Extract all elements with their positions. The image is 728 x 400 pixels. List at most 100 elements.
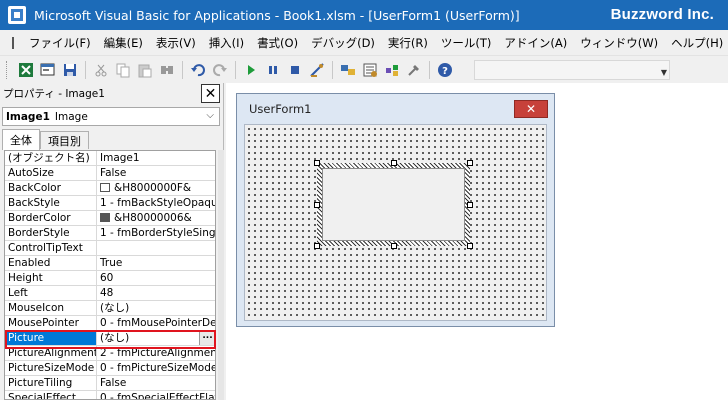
toolbar-separator bbox=[182, 61, 183, 79]
properties-header: プロパティ - Image1 ✕ bbox=[0, 83, 224, 104]
property-value[interactable]: 1 - fmBorderStyleSingle bbox=[97, 226, 215, 240]
tab-categorized[interactable]: 項目別 bbox=[40, 131, 89, 149]
redo-icon[interactable] bbox=[209, 59, 231, 81]
property-value[interactable]: 48 bbox=[97, 286, 215, 300]
property-row-enabled[interactable]: Enabled True bbox=[5, 256, 215, 271]
property-row-height[interactable]: Height 60 bbox=[5, 271, 215, 286]
property-row-picturealignment[interactable]: PictureAlignment2 - fmPictureAlignmentCe… bbox=[5, 346, 215, 361]
menu-file[interactable]: ファイル(F) bbox=[24, 35, 96, 51]
resize-handle[interactable] bbox=[391, 160, 397, 166]
menu-addins[interactable]: アドイン(A) bbox=[499, 35, 572, 51]
property-name: Enabled bbox=[5, 256, 97, 270]
resize-handle[interactable] bbox=[314, 243, 320, 249]
userform-title: UserForm1 bbox=[249, 102, 312, 116]
menu-help[interactable]: ヘルプ(H) bbox=[666, 35, 728, 51]
property-value[interactable]: 0 - fmPictureSizeModeClip bbox=[97, 361, 215, 375]
property-row-bordercolor[interactable]: BorderColor &H80000006& bbox=[5, 211, 215, 226]
property-grid-scrollbar[interactable] bbox=[218, 150, 224, 400]
break-icon[interactable] bbox=[262, 59, 284, 81]
property-row-name[interactable]: (オブジェクト名) Image1 bbox=[5, 151, 215, 166]
project-explorer-icon[interactable] bbox=[337, 59, 359, 81]
design-mode-icon[interactable] bbox=[306, 59, 328, 81]
cut-icon[interactable] bbox=[90, 59, 112, 81]
menu-edit[interactable]: 編集(E) bbox=[99, 35, 148, 51]
object-selector[interactable]: Image1 Image ⌵ bbox=[2, 107, 220, 126]
property-row-picture[interactable]: Picture (なし)... bbox=[5, 331, 215, 346]
property-value[interactable]: &H8000000F& bbox=[97, 181, 215, 195]
property-value[interactable]: False bbox=[97, 376, 215, 390]
menu-insert[interactable]: 挿入(I) bbox=[204, 35, 249, 51]
resize-handle[interactable] bbox=[467, 160, 473, 166]
property-row-picturetiling[interactable]: PictureTiling False bbox=[5, 376, 215, 391]
close-icon[interactable]: ✕ bbox=[514, 100, 548, 118]
object-browser-icon[interactable] bbox=[381, 59, 403, 81]
system-menu-icon[interactable] bbox=[12, 36, 14, 49]
close-icon[interactable]: ✕ bbox=[201, 84, 220, 103]
resize-handle[interactable] bbox=[314, 202, 320, 208]
toolbar-grip[interactable] bbox=[6, 61, 9, 79]
property-value[interactable]: 0 - fmSpecialEffectFlat bbox=[97, 391, 215, 399]
property-row-backcolor[interactable]: BackColor &H8000000F& bbox=[5, 181, 215, 196]
menu-format[interactable]: 書式(O) bbox=[252, 35, 303, 51]
resize-handle[interactable] bbox=[314, 160, 320, 166]
property-value[interactable]: False bbox=[97, 166, 215, 180]
property-value[interactable] bbox=[97, 241, 215, 255]
property-value[interactable]: 2 - fmPictureAlignmentCenter bbox=[97, 346, 215, 360]
toolbar-separator bbox=[235, 61, 236, 79]
reset-icon[interactable] bbox=[284, 59, 306, 81]
color-swatch bbox=[100, 183, 110, 192]
save-icon[interactable] bbox=[59, 59, 81, 81]
copy-icon[interactable] bbox=[112, 59, 134, 81]
property-value[interactable]: 1 - fmBackStyleOpaque bbox=[97, 196, 215, 210]
menu-window[interactable]: ウィンドウ(W) bbox=[575, 35, 663, 51]
property-value[interactable]: Image1 bbox=[97, 151, 215, 165]
userform-titlebar[interactable]: UserForm1 ✕ bbox=[237, 94, 554, 124]
properties-icon[interactable] bbox=[359, 59, 381, 81]
chevron-down-icon[interactable]: ▼ bbox=[661, 68, 667, 77]
run-icon[interactable] bbox=[240, 59, 262, 81]
image-control[interactable] bbox=[314, 160, 473, 249]
image1[interactable] bbox=[322, 168, 465, 241]
property-row-mouseicon[interactable]: MouseIcon (なし) bbox=[5, 301, 215, 316]
chevron-down-icon[interactable]: ⌵ bbox=[206, 110, 214, 121]
resize-handle[interactable] bbox=[391, 243, 397, 249]
property-value[interactable]: 0 - fmMousePointerDefault bbox=[97, 316, 215, 330]
menu-tools[interactable]: ツール(T) bbox=[436, 35, 497, 51]
property-row-specialeffect[interactable]: SpecialEffect 0 - fmSpecialEffectFlat bbox=[5, 391, 215, 399]
property-value[interactable]: 60 bbox=[97, 271, 215, 285]
property-row-mousepointer[interactable]: MousePointer0 - fmMousePointerDefault bbox=[5, 316, 215, 331]
help-icon[interactable]: ? bbox=[434, 59, 456, 81]
vba-app-icon[interactable] bbox=[8, 6, 26, 24]
property-value[interactable]: &H80000006& bbox=[97, 211, 215, 225]
tab-alphabetic[interactable]: 全体 bbox=[2, 129, 40, 150]
userform-window[interactable]: UserForm1 ✕ bbox=[236, 93, 555, 327]
property-row-autosize[interactable]: AutoSize False bbox=[5, 166, 215, 181]
property-row-left[interactable]: Left 48 bbox=[5, 286, 215, 301]
property-value[interactable]: True bbox=[97, 256, 215, 270]
userform-canvas[interactable] bbox=[244, 124, 547, 321]
menu-debug[interactable]: デバッグ(D) bbox=[306, 35, 380, 51]
paste-icon[interactable] bbox=[134, 59, 156, 81]
browse-button[interactable]: ... bbox=[199, 331, 215, 345]
property-row-backstyle[interactable]: BackStyle 1 - fmBackStyleOpaque bbox=[5, 196, 215, 211]
resize-handle[interactable] bbox=[467, 243, 473, 249]
insert-userform-icon[interactable] bbox=[37, 59, 59, 81]
menu-view[interactable]: 表示(V) bbox=[151, 35, 201, 51]
menu-run[interactable]: 実行(R) bbox=[383, 35, 433, 51]
find-icon[interactable] bbox=[156, 59, 178, 81]
undo-icon[interactable] bbox=[187, 59, 209, 81]
toolbar-overflow[interactable]: ▼ bbox=[474, 60, 670, 80]
property-row-controltiptext[interactable]: ControlTipText bbox=[5, 241, 215, 256]
window-title: Microsoft Visual Basic for Applications … bbox=[34, 7, 520, 23]
property-value[interactable]: (なし) bbox=[97, 301, 215, 315]
toolbox-icon[interactable] bbox=[403, 59, 425, 81]
property-row-borderstyle[interactable]: BorderStyle 1 - fmBorderStyleSingle bbox=[5, 226, 215, 241]
property-name: Left bbox=[5, 286, 97, 300]
property-row-picturesizemode[interactable]: PictureSizeMode0 - fmPictureSizeModeClip bbox=[5, 361, 215, 376]
property-value[interactable]: (なし)... bbox=[97, 331, 215, 345]
excel-icon[interactable] bbox=[15, 59, 37, 81]
property-name: PictureSizeMode bbox=[5, 361, 97, 375]
property-name: BorderColor bbox=[5, 211, 97, 225]
properties-tabs: 全体 項目別 bbox=[2, 129, 89, 150]
resize-handle[interactable] bbox=[467, 202, 473, 208]
